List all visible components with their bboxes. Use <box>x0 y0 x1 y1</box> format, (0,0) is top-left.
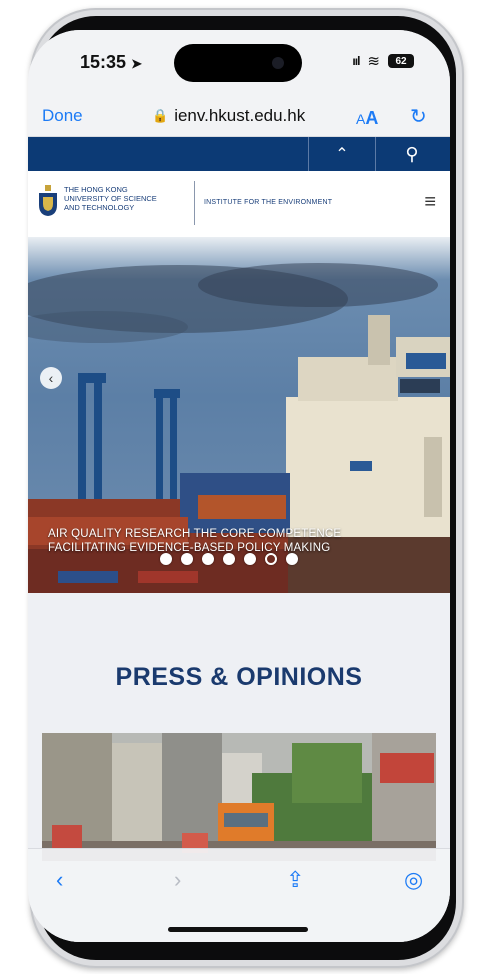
dynamic-island <box>174 44 302 82</box>
site-header: THE HONG KONG UNIVERSITY OF SCIENCE AND … <box>28 171 450 237</box>
site-top-nav: ⌃ ⚲ <box>28 137 450 171</box>
street-scene-image <box>42 733 436 861</box>
status-bar: 15:35 ➤ ııl ≋ 62 <box>28 30 450 96</box>
hero-carousel[interactable]: ‹ AIR QUALITY RESEARCH THE CORE COMPETEN… <box>28 237 450 593</box>
carousel-dot[interactable] <box>223 553 235 565</box>
home-indicator <box>168 927 308 932</box>
hero-caption: AIR QUALITY RESEARCH THE CORE COMPETENCE… <box>48 527 408 555</box>
share-icon[interactable]: ⇪ <box>286 867 304 893</box>
institute-name[interactable]: INSTITUTE FOR THE ENVIRONMENT <box>204 199 332 206</box>
site-search-button[interactable]: ⚲ <box>374 137 450 171</box>
collapse-nav-button[interactable]: ⌃ <box>308 137 376 171</box>
chevron-left-icon: ‹ <box>48 370 54 386</box>
done-button[interactable]: Done <box>42 106 83 126</box>
small-a-glyph: A <box>356 111 366 127</box>
reader-text-size-button[interactable]: AA <box>356 108 378 129</box>
front-camera <box>272 57 284 69</box>
hkust-crest-logo[interactable] <box>38 185 58 217</box>
lock-icon: 🔒 <box>152 108 169 123</box>
carousel-dot[interactable] <box>181 553 193 565</box>
location-arrow-icon: ➤ <box>131 56 142 71</box>
carousel-dots <box>160 553 298 565</box>
header-divider <box>194 181 195 225</box>
phone-screen: 15:35 ➤ ııl ≋ 62 Done 🔒 ienv.hkust.edu.h… <box>28 30 450 942</box>
carousel-dot[interactable] <box>244 553 256 565</box>
carousel-dot[interactable] <box>265 553 277 565</box>
carousel-prev-button[interactable]: ‹ <box>40 367 62 389</box>
large-a-glyph: A <box>365 108 379 128</box>
clock-text: 15:35 <box>80 52 127 72</box>
university-line-3: AND TECHNOLOGY <box>64 203 135 212</box>
wifi-icon: ≋ <box>367 53 380 70</box>
forward-icon[interactable]: › <box>174 867 181 893</box>
back-icon[interactable]: ‹ <box>56 867 63 893</box>
carousel-dot[interactable] <box>202 553 214 565</box>
hero-caption-line-1: AIR QUALITY RESEARCH THE CORE COMPETENCE <box>48 528 342 540</box>
compass-icon[interactable]: ◎ <box>404 867 423 893</box>
status-time: 15:35 ➤ <box>80 52 142 73</box>
status-icons: ııl ≋ 62 <box>352 52 414 70</box>
browser-toolbar: ‹ › ⇪ ◎ <box>28 848 450 942</box>
hamburger-menu-icon[interactable]: ≡ <box>424 191 436 214</box>
university-line-1: THE HONG KONG <box>64 185 128 194</box>
address-field[interactable]: 🔒 ienv.hkust.edu.hk <box>152 106 305 126</box>
search-icon: ⚲ <box>405 143 419 164</box>
carousel-dot[interactable] <box>160 553 172 565</box>
university-name[interactable]: THE HONG KONG UNIVERSITY OF SCIENCE AND … <box>64 185 184 212</box>
signal-icon: ııl <box>352 54 360 68</box>
reload-icon[interactable]: ↻ <box>410 104 427 129</box>
press-article-image[interactable] <box>42 733 436 861</box>
carousel-dot[interactable] <box>286 553 298 565</box>
university-line-2: UNIVERSITY OF SCIENCE <box>64 194 157 203</box>
url-text: ienv.hkust.edu.hk <box>174 106 306 125</box>
chevron-up-icon: ⌃ <box>335 146 349 163</box>
browser-url-bar: Done 🔒 ienv.hkust.edu.hk AA ↻ <box>28 96 450 137</box>
battery-icon: 62 <box>388 54 414 68</box>
section-title: PRESS & OPINIONS <box>115 663 363 691</box>
